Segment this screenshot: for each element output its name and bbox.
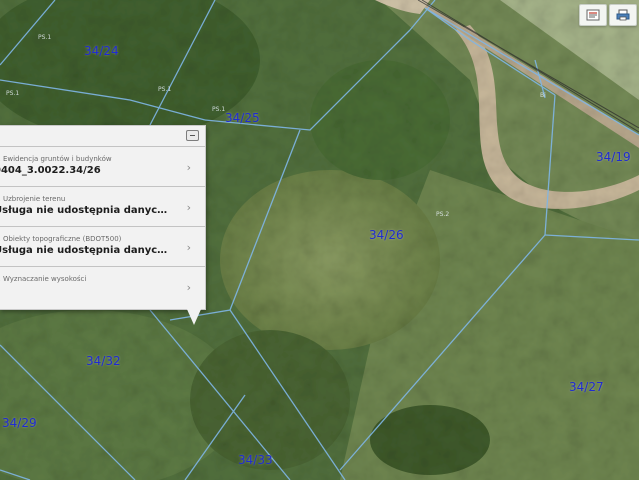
layers-button[interactable] — [579, 4, 607, 26]
layers-icon — [586, 9, 600, 21]
row-title: IS, Wyznaczanie wysokości — [0, 275, 87, 283]
parcel-label-34-27: 34/27 — [569, 380, 604, 394]
chevron-right-icon: › — [186, 201, 191, 214]
land-use-label: PS.1 — [6, 90, 20, 97]
land-use-label: PS.2 — [436, 211, 450, 218]
popup-row-utilities[interactable]: IS, Uzbrojenie terenu Usługa nie udostęp… — [0, 186, 205, 226]
chevron-right-icon: › — [186, 241, 191, 254]
row-value: Usługa nie udostępnia danych opi... — [0, 205, 174, 216]
print-button[interactable] — [609, 4, 637, 26]
row-title: IS, Uzbrojenie terenu — [0, 195, 66, 203]
parcel-label-34-26: 34/26 — [369, 228, 404, 242]
popup-header — [0, 126, 205, 146]
parcel-label-34-32: 34/32 — [86, 354, 121, 368]
land-use-label: PS.1 — [212, 106, 226, 113]
parcel-label-34-29: 34/29 — [2, 416, 37, 430]
row-value: 0404_3.0022.34/26 — [0, 165, 101, 176]
minimize-button[interactable] — [186, 130, 199, 141]
parcel-label-34-25: 34/25 — [225, 111, 260, 125]
parcel-label-34-24: 34/24 — [84, 44, 119, 58]
row-title: IS, Obiekty topograficzne (BDOT500) — [0, 235, 122, 243]
land-use-label: PS.1 — [38, 34, 52, 41]
land-use-label: PS.1 — [158, 86, 172, 93]
chevron-right-icon: › — [186, 161, 191, 174]
popup-row-elevation[interactable]: IS, Wyznaczanie wysokości › — [0, 266, 205, 306]
parcel-label-34-33: 34/33 — [238, 453, 273, 467]
feature-info-popup: IS, Ewidencja gruntów i budynków 0404_3.… — [0, 125, 206, 310]
popup-row-cadastre[interactable]: IS, Ewidencja gruntów i budynków 0404_3.… — [0, 146, 205, 186]
land-use-label: Bi — [540, 92, 546, 99]
minimize-icon — [190, 135, 195, 136]
parcel-label-34-19: 34/19 — [596, 150, 631, 164]
row-value: Usługa nie udostępnia danych opi... — [0, 245, 174, 256]
popup-row-topographic[interactable]: IS, Obiekty topograficzne (BDOT500) Usłu… — [0, 226, 205, 266]
map-toolbar — [579, 4, 637, 26]
chevron-right-icon: › — [186, 281, 191, 294]
popup-pointer — [186, 307, 202, 325]
row-title: IS, Ewidencja gruntów i budynków — [0, 155, 112, 163]
print-icon — [616, 9, 630, 21]
